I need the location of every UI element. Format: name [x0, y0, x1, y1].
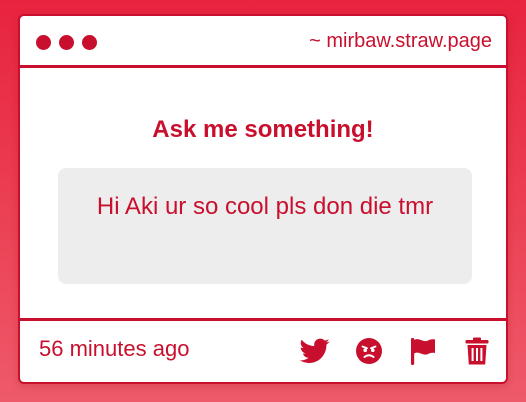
question-message: Hi Aki ur so cool pls don die tmr — [58, 168, 472, 284]
window-dot — [36, 35, 51, 50]
window-titlebar: ~ mirbaw.straw.page — [20, 16, 506, 68]
question-card: ~ mirbaw.straw.page Ask me something! Hi… — [18, 14, 508, 384]
report-button[interactable] — [408, 336, 438, 366]
action-bar — [300, 336, 492, 366]
window-dot — [59, 35, 74, 50]
react-angry-button[interactable] — [354, 336, 384, 366]
card-footer: 56 minutes ago — [20, 318, 506, 382]
trash-icon — [465, 337, 489, 365]
angry-face-icon — [356, 338, 382, 364]
page-url: ~ mirbaw.straw.page — [309, 30, 492, 52]
timestamp: 56 minutes ago — [39, 336, 190, 361]
flag-icon — [411, 338, 435, 365]
window-dots — [36, 35, 97, 50]
window-dot — [82, 35, 97, 50]
page-title: Ask me something! — [152, 116, 374, 143]
share-twitter-button[interactable] — [300, 336, 330, 366]
twitter-icon — [300, 338, 330, 363]
delete-button[interactable] — [462, 336, 492, 366]
